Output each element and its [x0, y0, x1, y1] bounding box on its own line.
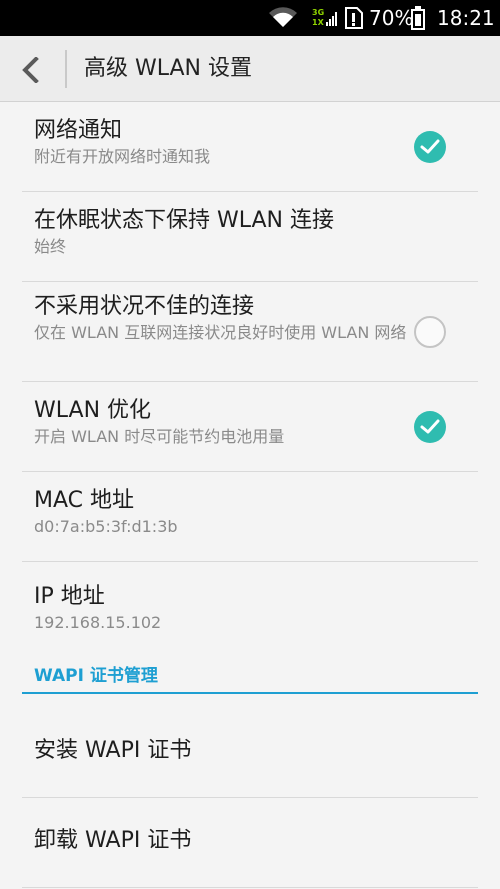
section-divider — [22, 692, 478, 694]
setting-summary: 始终 — [34, 237, 67, 256]
setting-title: 不采用状况不佳的连接 — [34, 294, 255, 319]
status-bar: 3G 1X 70% 18:21 — [0, 0, 500, 36]
setting-title: 在休眠状态下保持 WLAN 连接 — [34, 208, 335, 233]
setting-summary: 附近有开放网络时通知我 — [34, 147, 211, 166]
setting-avoid-poor-connections[interactable]: 不采用状况不佳的连接 仅在 WLAN 互联网连接状况良好时使用 WLAN 网络 — [0, 282, 500, 382]
wlan-optimization-checkbox[interactable] — [414, 411, 446, 443]
chevron-left-icon — [22, 57, 39, 83]
section-header: WAPI 证书管理 — [34, 666, 158, 686]
app-bar: 高级 WLAN 设置 — [0, 36, 500, 102]
check-icon — [420, 419, 440, 434]
battery-icon — [411, 6, 425, 30]
install-wapi-certificate[interactable]: 安装 WAPI 证书 — [0, 702, 500, 798]
clock: 18:21 — [437, 6, 495, 30]
setting-summary: 开启 WLAN 时尽可能节约电池用量 — [34, 427, 285, 446]
network-type-label: 1X — [312, 18, 324, 27]
divider — [22, 887, 478, 888]
setting-ip-address: IP 地址 192.168.15.102 — [0, 562, 500, 652]
setting-network-notification[interactable]: 网络通知 附近有开放网络时通知我 — [0, 102, 500, 192]
back-button[interactable] — [10, 45, 56, 93]
mac-address-value: d0:7a:b5:3f:d1:3b — [34, 517, 178, 536]
setting-title: 网络通知 — [34, 118, 123, 143]
setting-title: 安装 WAPI 证书 — [34, 738, 192, 763]
app-bar-divider — [65, 50, 67, 88]
battery-percent: 70% — [369, 6, 414, 30]
setting-keep-wlan-on-during-sleep[interactable]: 在休眠状态下保持 WLAN 连接 始终 — [0, 192, 500, 282]
ip-address-value: 192.168.15.102 — [34, 613, 162, 632]
sim-icon — [344, 7, 364, 33]
setting-title: WLAN 优化 — [34, 398, 152, 423]
signal-icon: 3G 1X — [312, 6, 338, 30]
setting-title: 卸载 WAPI 证书 — [34, 828, 192, 853]
settings-list: 网络通知 附近有开放网络时通知我 在休眠状态下保持 WLAN 连接 始终 不采用… — [0, 102, 500, 888]
page-title: 高级 WLAN 设置 — [84, 56, 253, 81]
wapi-section: WAPI 证书管理 — [0, 652, 500, 702]
uninstall-wapi-certificate[interactable]: 卸载 WAPI 证书 — [0, 798, 500, 888]
setting-summary: 仅在 WLAN 互联网连接状况良好时使用 WLAN 网络 — [34, 323, 407, 342]
avoid-poor-connections-checkbox[interactable] — [414, 316, 446, 348]
setting-mac-address: MAC 地址 d0:7a:b5:3f:d1:3b — [0, 472, 500, 562]
check-icon — [420, 139, 440, 154]
wifi-icon — [268, 7, 298, 33]
setting-title: MAC 地址 — [34, 488, 134, 513]
network-notification-checkbox[interactable] — [414, 131, 446, 163]
setting-title: IP 地址 — [34, 584, 105, 609]
setting-wlan-optimization[interactable]: WLAN 优化 开启 WLAN 时尽可能节约电池用量 — [0, 382, 500, 472]
network-type-label: 3G — [312, 8, 325, 17]
